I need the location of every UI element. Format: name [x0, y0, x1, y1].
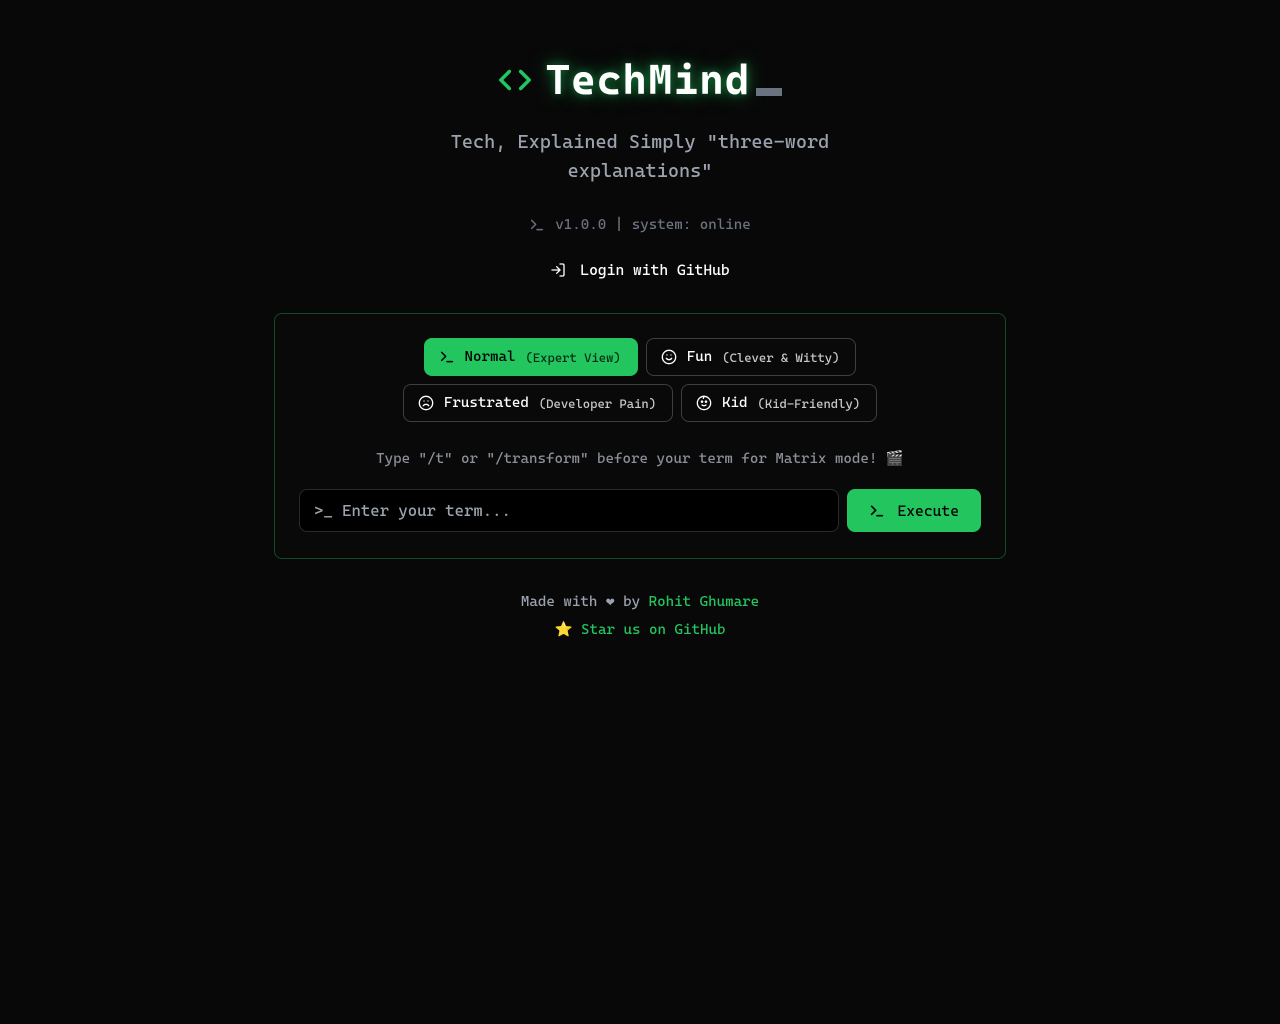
mode-sublabel: (Expert View): [526, 350, 621, 365]
mode-button-frustrated[interactable]: Frustrated (Developer Pain): [403, 384, 673, 422]
login-github-button[interactable]: Login with GitHub: [550, 261, 729, 279]
tagline: Tech, Explained Simply "three-word expla…: [430, 128, 850, 185]
hint-text: Type "/t" or "/transform" before your te…: [299, 450, 981, 467]
mode-label: Normal: [465, 349, 516, 365]
mode-sublabel: (Developer Pain): [539, 396, 656, 411]
term-input[interactable]: [299, 489, 839, 532]
system-status-text: v1.0.0 | system: online: [555, 217, 750, 233]
mode-label: Fun: [687, 349, 713, 365]
baby-icon: [696, 395, 712, 411]
terminal-icon: [529, 217, 545, 233]
footer-prefix: Made with ❤ by: [521, 594, 649, 610]
mode-sublabel: (Clever & Witty): [722, 350, 839, 365]
smile-icon: [661, 349, 677, 365]
system-status: v1.0.0 | system: online: [529, 217, 750, 233]
code-icon: [498, 63, 532, 97]
mode-button-kid[interactable]: Kid (Kid-Friendly): [681, 384, 877, 422]
author-link[interactable]: Rohit Ghumare: [649, 594, 759, 610]
mode-label: Frustrated: [444, 395, 529, 411]
brand-row: TechMind: [498, 55, 783, 104]
login-icon: [550, 262, 566, 278]
app-title-text: TechMind: [546, 55, 751, 104]
execute-label: Execute: [897, 502, 959, 520]
terminal-icon: [439, 349, 455, 365]
star-github-link[interactable]: ⭐ Star us on GitHub: [521, 617, 759, 645]
mode-sublabel: (Kid-Friendly): [758, 396, 861, 411]
terminal-icon: [869, 503, 885, 519]
app-title: TechMind: [546, 55, 783, 104]
login-label: Login with GitHub: [580, 261, 729, 279]
footer: Made with ❤ by Rohit Ghumare ⭐ Star us o…: [521, 589, 759, 644]
mode-button-normal[interactable]: Normal (Expert View): [424, 338, 638, 376]
mode-button-fun[interactable]: Fun (Clever & Witty): [646, 338, 857, 376]
frown-icon: [418, 395, 434, 411]
execute-button[interactable]: Execute: [847, 489, 981, 532]
mode-label: Kid: [722, 395, 748, 411]
panel: Normal (Expert View) Fun (Clever & Witty) Fr…: [274, 313, 1006, 559]
cursor-indicator: [756, 88, 782, 96]
